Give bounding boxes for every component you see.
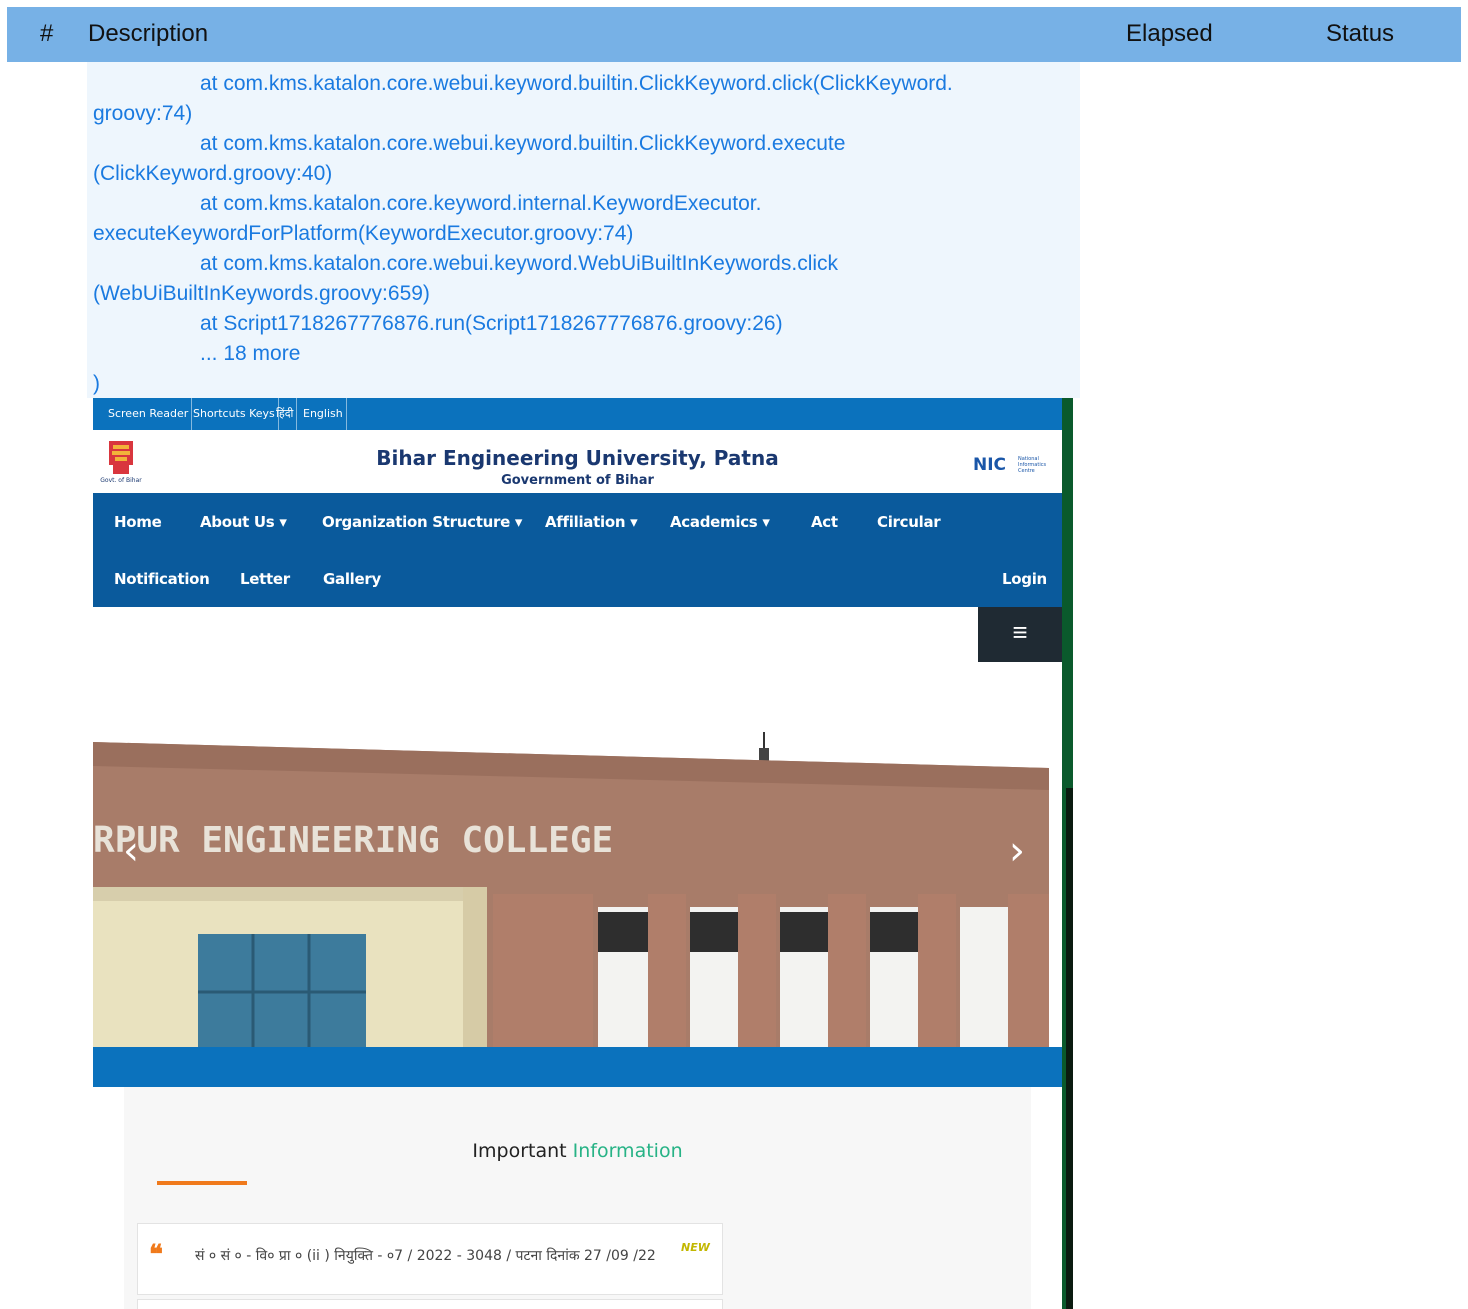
stack-trace: at com.kms.katalon.core.webui.keyword.bu… [87,62,1080,398]
svg-text:Centre: Centre [1018,468,1035,474]
column-header-status: Status [1326,20,1395,47]
site-subtitle: Government of Bihar [501,473,654,488]
trace-line: at com.kms.katalon.core.webui.keyword.bu… [200,72,953,95]
carousel-next-icon[interactable]: › [1009,828,1025,874]
nav-gallery[interactable]: Gallery [323,570,381,588]
information-item-text[interactable]: सं ० सं ० - वि० प्रा ० (ii ) नियुक्ति - … [195,1246,656,1265]
screen-reader-link[interactable]: Screen Reader [105,398,193,430]
nav-organization-structure[interactable]: Organization Structure ▾ [322,513,522,531]
report-table-header: # Description Elapsed Status [7,7,1461,62]
svg-text:NIC: NIC [973,455,1006,475]
information-item[interactable] [137,1299,723,1309]
nav-letter[interactable]: Letter [240,570,290,588]
hero-carousel: RPUR ENGINEERING COLLEGE [93,662,1062,1047]
nav-academics[interactable]: Academics ▾ [670,513,770,531]
site-branding: Govt. of Bihar Bihar Engineering Univers… [93,430,1062,493]
column-header-number: # [40,20,54,47]
nav-about-us[interactable]: About Us ▾ [200,513,287,531]
nav-login[interactable]: Login [1002,570,1047,588]
trace-line: at Script1718267776876.run(Script1718267… [200,312,783,335]
site-title: Bihar Engineering University, Patna [376,446,779,470]
trace-line: at com.kms.katalon.core.webui.keyword.bu… [200,132,846,155]
building-lettering: RPUR ENGINEERING COLLEGE [93,820,613,861]
shortcut-keys-link[interactable]: Shortcuts Keys [190,398,279,430]
nav-home[interactable]: Home [114,513,162,531]
important-information-section: Important Information ❝ सं ० सं ० - वि० … [124,1087,1031,1309]
column-header-elapsed: Elapsed [1126,20,1213,47]
main-navigation: Home About Us ▾ Organization Structure ▾… [93,493,1062,607]
trace-line: at com.kms.katalon.core.keyword.internal… [200,192,762,215]
hindi-link[interactable]: हिंदी [273,398,298,430]
page-edge-bar [1062,398,1073,1309]
title-underline [157,1181,247,1185]
nav-circular[interactable]: Circular [877,513,941,531]
english-link[interactable]: English [300,398,347,430]
trace-line: groovy:74) [93,102,193,125]
college-building-image: RPUR ENGINEERING COLLEGE [93,662,1062,1047]
hamburger-menu-icon[interactable]: ≡ [978,607,1062,662]
information-item[interactable]: ❝ सं ० सं ० - वि० प्रा ० (ii ) नियुक्ति … [137,1223,723,1295]
nav-affiliation[interactable]: Affiliation ▾ [545,513,638,531]
section-title: Important Information [472,1140,683,1162]
trace-line: ) [93,372,100,395]
trace-line: (WebUiBuiltInKeywords.groovy:659) [93,282,430,305]
new-badge: NEW [681,1241,710,1254]
trace-line: at com.kms.katalon.core.webui.keyword.We… [200,252,839,275]
nic-logo-icon: NIC National Informatics Centre [973,455,1046,475]
quote-icon: ❝ [149,1240,163,1270]
ticker-strip [93,1047,1062,1087]
website-screenshot: Screen Reader Shortcuts Keys हिंदी Engli… [93,398,1062,1309]
nav-notification[interactable]: Notification [114,570,210,588]
trace-line: ... 18 more [200,342,301,365]
trace-line: executeKeywordForPlatform(KeywordExecuto… [93,222,634,245]
accessibility-bar: Screen Reader Shortcuts Keys हिंदी Engli… [93,398,1062,430]
carousel-prev-icon[interactable]: ‹ [123,828,139,874]
nav-act[interactable]: Act [811,513,838,531]
column-header-description: Description [88,20,209,47]
trace-line: (ClickKeyword.groovy:40) [93,162,333,185]
